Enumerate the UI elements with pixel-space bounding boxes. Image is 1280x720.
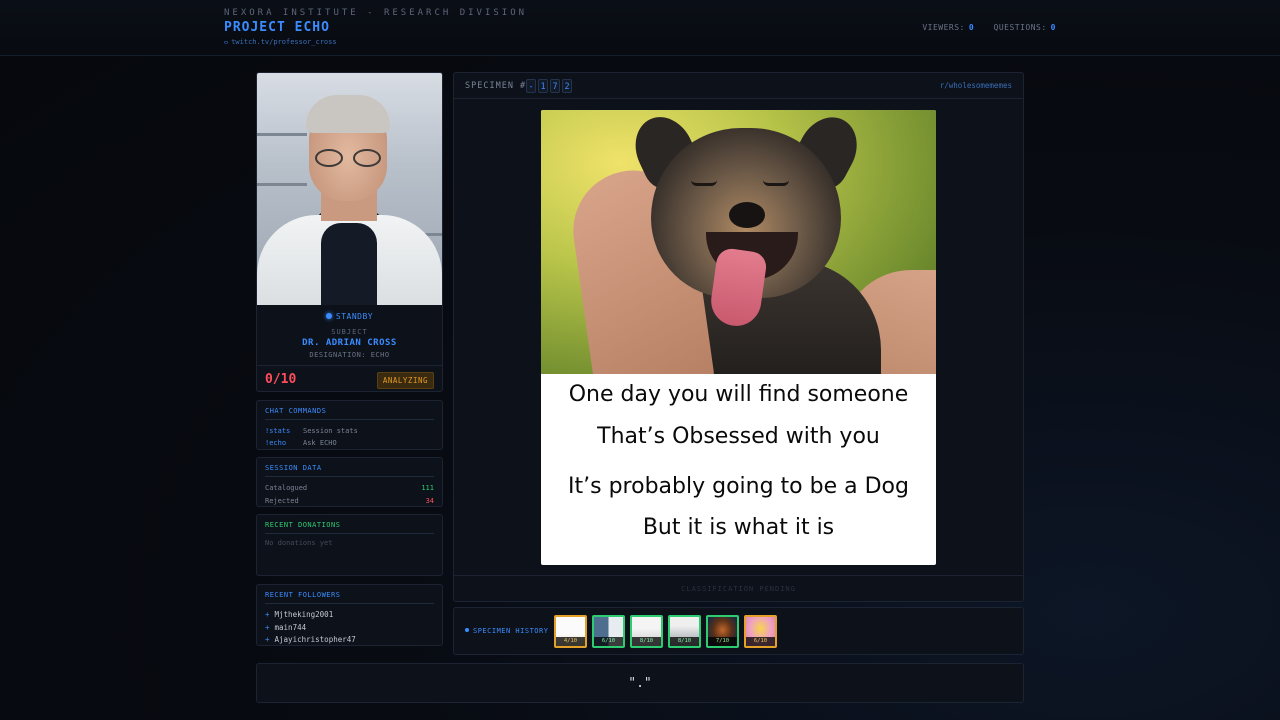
dog-photo: [541, 110, 936, 374]
plus-icon: +: [265, 610, 270, 619]
recent-donations-title: RECENT DONATIONS: [265, 521, 434, 534]
subject-portrait: [257, 73, 442, 305]
chat-commands-panel: CHAT COMMANDS !stats Session stats !echo A…: [256, 400, 443, 450]
specimen-digit: -: [526, 79, 536, 93]
session-data-panel: SESSION DATA Catalogued 111 Rejected 34: [256, 457, 443, 507]
donations-empty-message: No donations yet: [265, 539, 333, 547]
twitch-icon: ▫: [224, 38, 229, 46]
recent-followers-title: RECENT FOLLOWERS: [265, 591, 434, 604]
specimen-label: SPECIMEN #: [465, 81, 527, 91]
specimen-header: SPECIMEN # - 1 7 2 r/wholesomememes: [454, 73, 1023, 99]
thumbnail-score: 8/10: [632, 637, 661, 646]
rejected-row: Rejected 34: [265, 495, 434, 508]
meme-caption-line: One day you will find someone: [568, 382, 909, 407]
header-stats: VIEWERS: 0 QUESTIONS: 0: [922, 23, 1056, 32]
rejected-count: 34: [425, 497, 434, 505]
command-description: Ask ECHO: [303, 439, 337, 447]
history-thumbnail[interactable]: 6/10: [744, 615, 777, 648]
current-score: 0/10: [265, 372, 297, 387]
subreddit-link[interactable]: r/wholesomememes: [940, 81, 1012, 90]
specimen-digit: 2: [562, 79, 572, 93]
catalogued-count: 111: [421, 484, 434, 492]
history-thumbnail[interactable]: 6/10: [592, 615, 625, 648]
catalogued-label: Catalogued: [265, 484, 308, 492]
plus-icon: +: [265, 635, 270, 644]
thumbnail-score: 8/10: [670, 637, 699, 646]
history-thumbnail[interactable]: 7/10: [706, 615, 739, 648]
follower-name: Mjtheking2001: [274, 610, 334, 619]
follower-item: + Mjtheking2001: [265, 609, 434, 622]
bullet-icon: [465, 628, 469, 632]
subject-label: SUBJECT: [331, 328, 368, 336]
rejected-label: Rejected: [265, 497, 299, 505]
meme-image: One day you will find someone That’s Obs…: [541, 110, 936, 565]
command-name: !echo: [265, 439, 287, 447]
history-thumbnail[interactable]: 4/10: [554, 615, 587, 648]
recent-followers-panel: RECENT FOLLOWERS + Mjtheking2001 + main744…: [256, 584, 443, 646]
specimen-history-label: SPECIMEN HISTORY: [473, 627, 549, 635]
subject-designation: DESIGNATION: ECHO: [309, 351, 390, 359]
subject-name: DR. ADRIAN CROSS: [302, 338, 397, 348]
history-thumbnails: 4/10 6/10 8/10 8/10 7/10 6/10: [554, 615, 777, 648]
specimen-digit: 1: [538, 79, 548, 93]
classification-status: CLASSIFICATION PENDING: [454, 575, 1023, 601]
viewers-label: VIEWERS:: [922, 23, 965, 32]
meme-caption-line: But it is what it is: [642, 515, 835, 540]
specimen-history-title: SPECIMEN HISTORY: [465, 627, 548, 635]
score-row: 0/10 ANALYZING: [257, 365, 442, 391]
recent-donations-panel: RECENT DONATIONS No donations yet: [256, 514, 443, 576]
specimen-number: - 1 7 2: [526, 79, 572, 93]
command-description: Session stats: [303, 427, 358, 435]
analyzing-badge: ANALYZING: [376, 372, 434, 389]
thumbnail-score: 7/10: [708, 637, 737, 646]
thumbnail-score: 4/10: [556, 637, 585, 646]
questions-label: QUESTIONS:: [993, 23, 1047, 32]
channel-link-text: twitch.tv/professor_cross: [231, 38, 337, 46]
command-name: !stats: [265, 427, 291, 435]
response-text: ".": [628, 676, 652, 691]
specimen-history-panel: SPECIMEN HISTORY 4/10 6/10 8/10 8/10 7/1…: [453, 607, 1024, 655]
thumbnail-score: 6/10: [594, 637, 623, 646]
channel-link[interactable]: ▫ twitch.tv/professor_cross: [224, 38, 337, 46]
meme-caption-line: It’s probably going to be a Dog: [568, 474, 909, 499]
subject-status: STANDBY: [257, 312, 442, 321]
subject-profile-card: STANDBY SUBJECT DR. ADRIAN CROSS DESIGNA…: [256, 72, 443, 392]
session-data-title: SESSION DATA: [265, 464, 434, 477]
history-thumbnail[interactable]: 8/10: [668, 615, 701, 648]
follower-item: + main744: [265, 622, 434, 635]
plus-icon: +: [265, 622, 270, 632]
follower-item: + Ajayichristopher47: [265, 634, 434, 647]
chat-commands-title: CHAT COMMANDS: [265, 407, 434, 420]
history-thumbnail[interactable]: 8/10: [630, 615, 663, 648]
top-bar: NEXORA INSTITUTE - RESEARCH DIVISION PRO…: [0, 0, 1280, 56]
status-dot-icon: [325, 313, 332, 319]
follower-name: Ajayichristopher47: [274, 635, 356, 644]
command-row: !echo Ask ECHO: [265, 437, 434, 449]
thumbnail-score: 6/10: [746, 637, 775, 646]
project-title: PROJECT ECHO: [224, 20, 330, 35]
specimen-digit: 7: [550, 79, 560, 93]
command-row: !stats Session stats: [265, 425, 434, 437]
organization-label: NEXORA INSTITUTE - RESEARCH DIVISION: [224, 8, 528, 18]
response-bar: ".": [256, 663, 1024, 703]
follower-name: main744: [274, 622, 307, 632]
status-text: STANDBY: [335, 312, 374, 321]
viewers-count: 0: [968, 23, 975, 32]
meme-caption-line: That’s Obsessed with you: [597, 424, 880, 449]
specimen-viewer: SPECIMEN # - 1 7 2 r/wholesomememes One …: [453, 72, 1024, 602]
catalogued-row: Catalogued 111: [265, 482, 434, 495]
questions-count: 0: [1050, 23, 1056, 32]
